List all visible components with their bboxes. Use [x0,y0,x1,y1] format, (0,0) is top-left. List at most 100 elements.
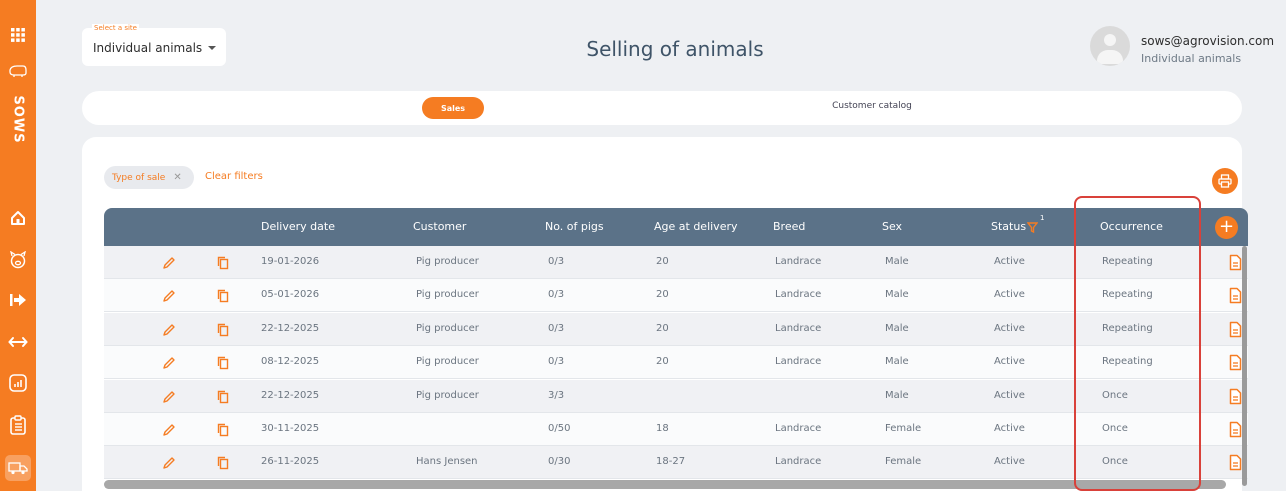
document-icon[interactable] [1229,287,1242,308]
avatar[interactable] [1090,26,1130,66]
cell-no-of-pigs: 0/30 [548,456,571,468]
apps-grid-icon[interactable] [0,26,36,44]
analytics-icon[interactable] [0,372,36,394]
home-icon[interactable] [0,208,36,228]
print-button[interactable] [1212,168,1238,194]
document-icon[interactable] [1229,354,1242,375]
cell-sex: Male [885,289,909,301]
truck-icon[interactable] [5,455,31,481]
printer-icon [1218,174,1232,188]
clipboard-icon[interactable] [0,414,36,436]
cell-no-of-pigs: 0/3 [548,256,565,267]
tab-customer-catalog[interactable]: Customer catalog [782,101,962,111]
plus-icon: + [1218,215,1235,237]
cell-no-of-pigs: 0/3 [548,322,565,334]
cell-age-at-delivery: 20 [656,289,669,301]
col-age-at-delivery[interactable]: Age at delivery [654,220,738,233]
document-icon[interactable] [1229,321,1242,342]
copy-icon[interactable] [217,422,229,441]
edit-icon[interactable] [162,422,176,441]
col-delivery-date[interactable]: Delivery date [261,220,335,233]
col-sex[interactable]: Sex [882,220,902,233]
cell-delivery-date: 22-12-2025 [261,322,320,334]
cell-no-of-pigs: 0/3 [548,289,565,301]
tab-bar: Sales Customer catalog [82,91,1242,125]
edit-icon[interactable] [162,389,176,408]
user-site: Individual animals [1141,52,1242,65]
transfer-icon[interactable] [0,332,36,352]
edit-icon[interactable] [162,255,176,274]
site-select[interactable]: Select a site Individual animals [82,24,226,66]
copy-icon[interactable] [217,355,229,374]
cell-breed: Landrace [775,322,822,334]
tab-sales[interactable]: Sales [422,97,484,119]
cell-no-of-pigs: 0/3 [548,356,565,368]
clear-filters-link[interactable]: Clear filters [205,171,263,182]
cell-delivery-date: 08-12-2025 [261,356,320,368]
cell-customer: Pig producer [416,322,479,334]
close-icon[interactable]: ✕ [173,172,181,183]
cell-status: Active [994,423,1025,434]
document-icon[interactable] [1229,388,1242,409]
cell-sex: Female [885,456,922,468]
document-icon[interactable] [1229,254,1242,275]
cell-customer: Pig producer [416,389,479,401]
edit-icon[interactable] [162,322,176,341]
status-filter-count: 1 [1040,214,1045,222]
arrow-right-icon[interactable] [0,290,36,310]
user-email: sows@agrovision.com [1141,34,1275,48]
filter-chip-type-of-sale[interactable]: Type of sale ✕ [104,166,194,189]
edit-icon[interactable] [162,288,176,307]
copy-icon[interactable] [217,322,229,341]
cell-status: Active [994,356,1025,368]
col-breed[interactable]: Breed [773,220,805,233]
filter-chip-label: Type of sale [112,172,166,183]
cell-sex: Male [885,256,909,267]
cell-sex: Female [885,423,922,434]
cell-delivery-date: 05-01-2026 [261,289,320,301]
edit-icon[interactable] [162,455,176,474]
col-no-of-pigs[interactable]: No. of pigs [545,220,604,233]
cell-breed: Landrace [775,456,822,468]
horizontal-scrollbar[interactable] [104,480,1226,489]
cell-age-at-delivery: 20 [656,256,669,267]
cell-sex: Male [885,356,909,368]
cell-customer: Hans Jensen [416,456,478,468]
cell-age-at-delivery: 20 [656,356,669,368]
add-sale-button[interactable]: + [1215,216,1238,239]
copy-icon[interactable] [217,455,229,474]
piglet-icon[interactable] [0,250,36,270]
document-icon[interactable] [1229,454,1242,475]
col-status[interactable]: Status [991,220,1026,233]
document-icon[interactable] [1229,421,1242,442]
cell-status: Active [994,456,1025,468]
cell-customer: Pig producer [416,289,479,301]
copy-icon[interactable] [217,255,229,274]
chevron-down-icon [208,46,216,50]
vertical-scrollbar[interactable] [1242,246,1247,486]
col-customer[interactable]: Customer [413,220,466,233]
cell-status: Active [994,256,1025,267]
cell-status: Active [994,289,1025,301]
site-select-value: Individual animals [93,41,203,55]
cell-sex: Male [885,389,909,401]
cell-breed: Landrace [775,423,822,434]
site-select-label: Select a site [92,24,139,32]
copy-icon[interactable] [217,288,229,307]
cell-customer: Pig producer [416,356,479,368]
cell-breed: Landrace [775,256,822,267]
cell-delivery-date: 30-11-2025 [261,423,320,434]
app-name: SOWS [10,94,26,144]
cell-delivery-date: 22-12-2025 [261,389,320,401]
cell-age-at-delivery: 18 [656,423,669,434]
sidebar: SOWS [0,0,36,491]
pig-icon[interactable] [0,62,36,80]
occurrence-highlight-box [1074,196,1201,491]
cell-age-at-delivery: 20 [656,322,669,334]
filter-icon[interactable] [1027,222,1038,233]
edit-icon[interactable] [162,355,176,374]
cell-status: Active [994,389,1025,401]
cell-age-at-delivery: 18-27 [656,456,686,468]
cell-delivery-date: 26-11-2025 [261,456,320,468]
copy-icon[interactable] [217,389,229,408]
